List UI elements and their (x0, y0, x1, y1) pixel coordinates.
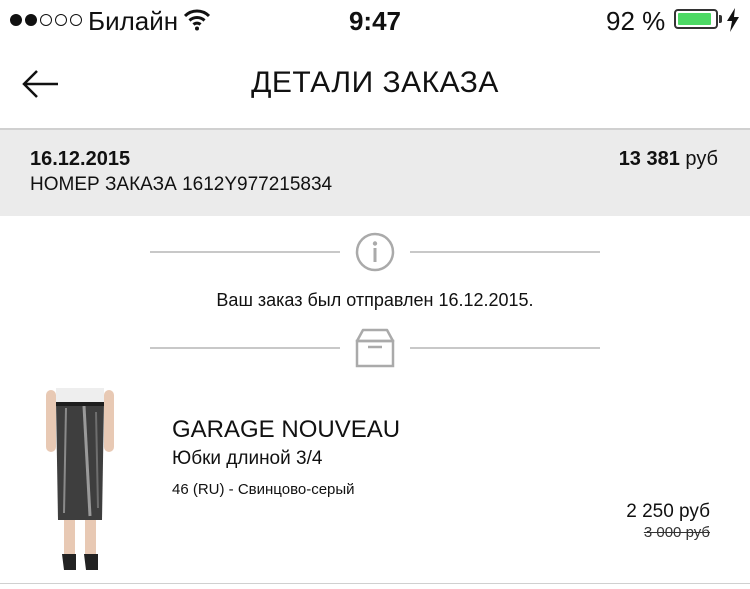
divider-line (150, 347, 340, 349)
order-date: 16.12.2015 (30, 148, 131, 170)
battery-cap (719, 15, 722, 23)
product-brand: GARAGE NOUVEAU (172, 416, 401, 443)
product-image (46, 388, 114, 570)
product-type: Юбки длиной 3/4 (172, 448, 323, 469)
product-old-price: 3 000 руб (643, 524, 710, 541)
charging-bolt-icon (727, 8, 739, 32)
status-bar: Билайн 9:47 92 % (0, 0, 750, 42)
order-total-currency: руб (685, 148, 718, 170)
order-number: 1612Y977215834 (182, 174, 333, 195)
divider-line (410, 251, 600, 253)
battery-icon (674, 9, 718, 29)
shipping-status-message: Ваш заказ был отправлен 16.12.2015. (216, 290, 534, 310)
battery-percent: 92 % (606, 6, 666, 36)
product-variant: 46 (RU) - Свинцово-серый (172, 481, 355, 498)
divider-line (410, 347, 600, 349)
info-icon (355, 232, 395, 272)
order-total-amount: 13 381 (618, 148, 680, 170)
product-price: 2 250 руб (626, 501, 710, 522)
box-divider (150, 328, 600, 368)
page-title: ДЕТАЛИ ЗАКАЗА (251, 66, 499, 99)
order-total: 13 381 руб (619, 148, 718, 171)
list-divider (0, 583, 750, 584)
divider-line (150, 251, 340, 253)
info-divider (150, 232, 600, 272)
order-summary: 16.12.2015 НОМЕР ЗАКАЗА 1612Y977215834 1… (0, 128, 750, 216)
box-icon (355, 328, 395, 368)
order-number-row: НОМЕР ЗАКАЗА 1612Y977215834 (30, 174, 332, 196)
order-number-label: НОМЕР ЗАКАЗА (30, 174, 177, 195)
